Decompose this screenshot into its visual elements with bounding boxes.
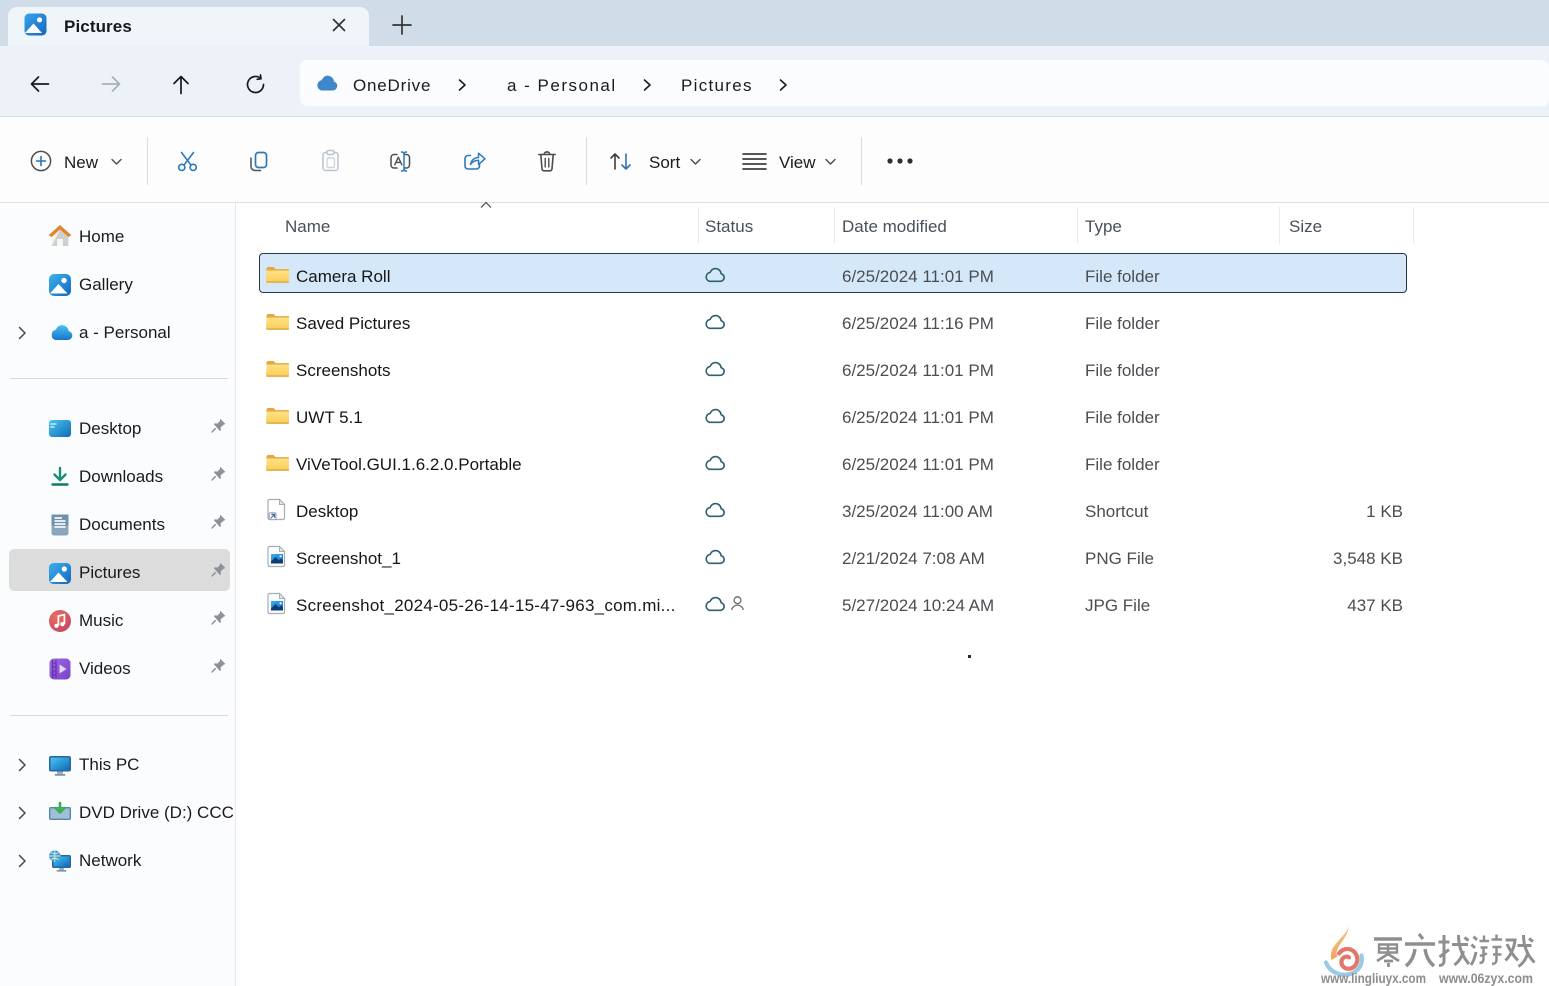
svg-text:www.06zyx.com: www.06zyx.com [1438,971,1533,986]
svg-text:www.lingliuyx.com: www.lingliuyx.com [1320,971,1426,986]
